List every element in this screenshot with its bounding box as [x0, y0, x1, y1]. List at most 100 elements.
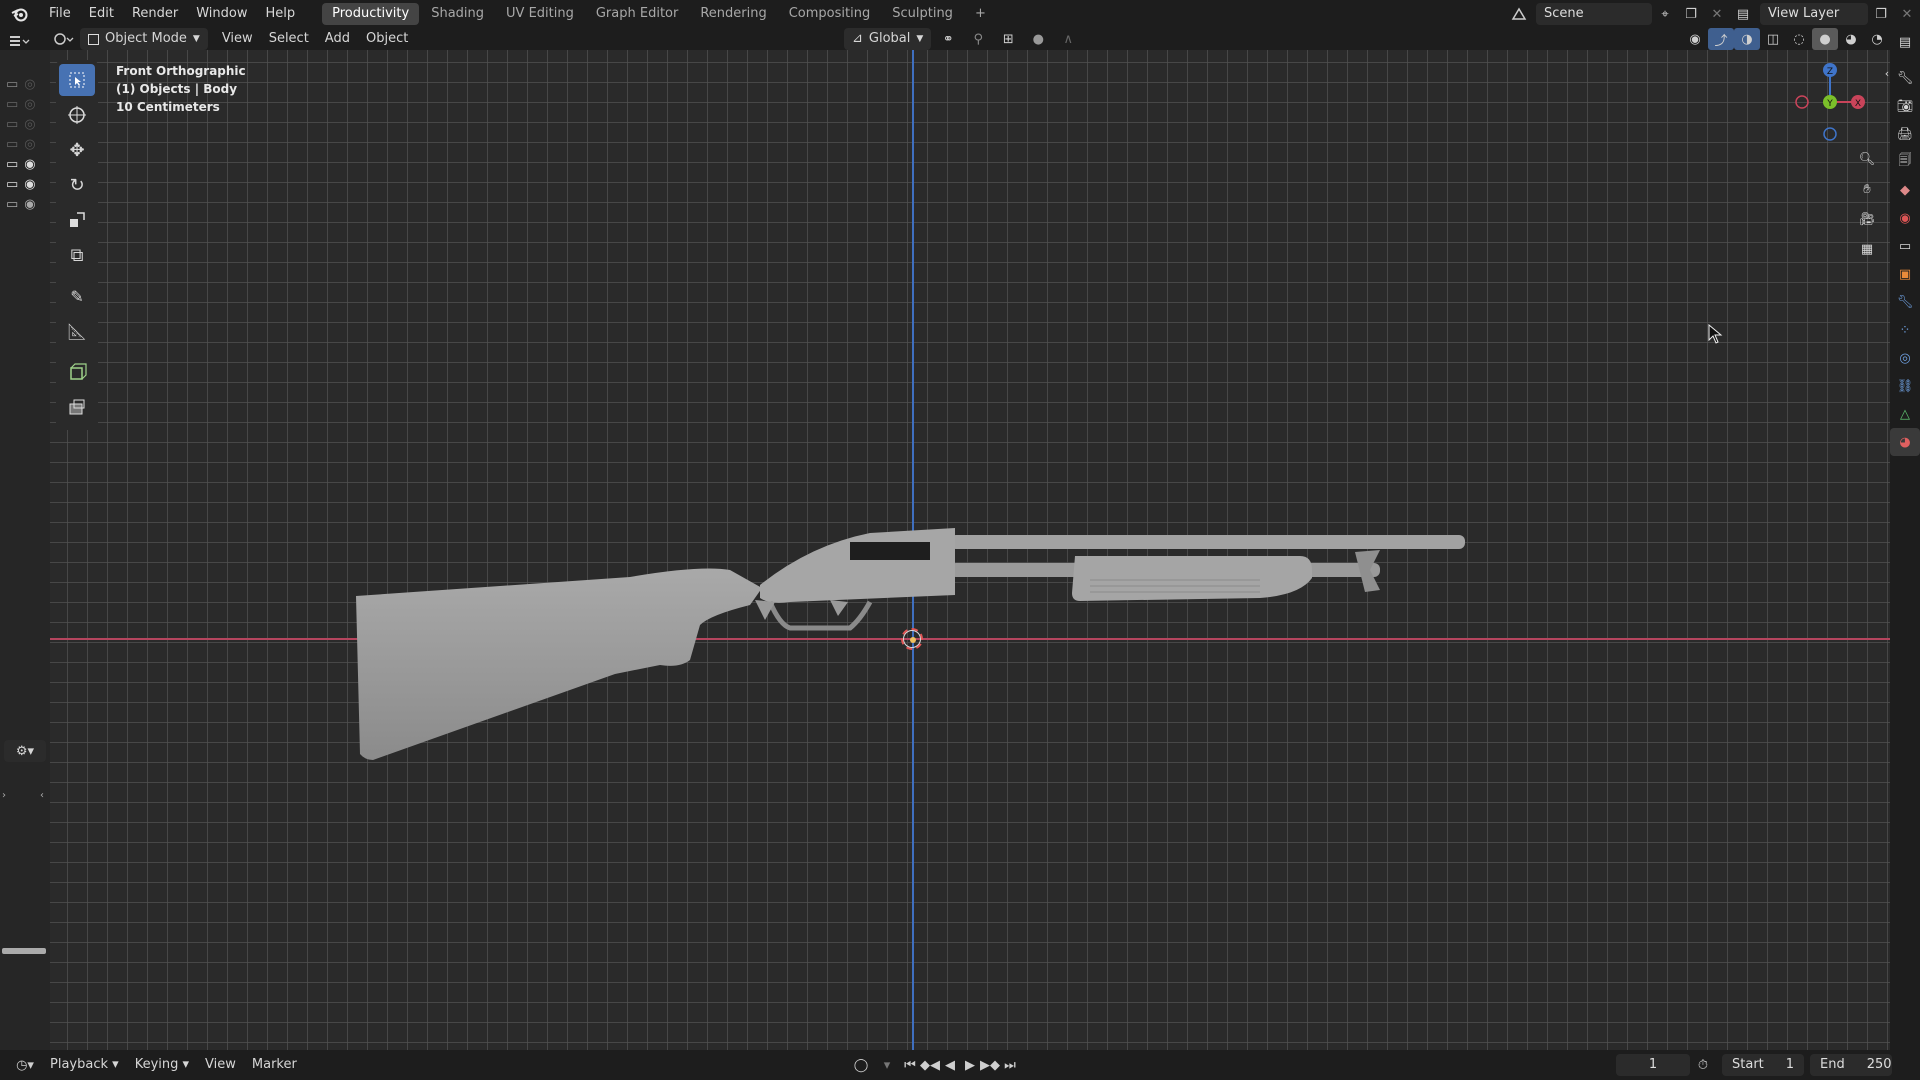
- next-keyframe-icon[interactable]: ▶◆: [980, 1054, 1000, 1076]
- xray-icon[interactable]: ◫: [1760, 28, 1786, 50]
- gizmo-toggle-icon[interactable]: ⤴: [1708, 28, 1734, 50]
- outliner-row[interactable]: ▭ ◉: [6, 197, 40, 212]
- zoom-icon[interactable]: 🔍︎: [1854, 146, 1880, 172]
- menu-render[interactable]: Render: [123, 0, 187, 28]
- play-icon[interactable]: ▶: [960, 1054, 980, 1076]
- pin-icon[interactable]: ⌖: [1652, 3, 1678, 25]
- timeline-view-menu[interactable]: View: [197, 1054, 244, 1076]
- orientation-dropdown[interactable]: ⊿ Global ▼: [844, 28, 932, 50]
- scene-selector[interactable]: Scene: [1536, 3, 1652, 25]
- collection-properties-icon[interactable]: ▭: [1890, 232, 1920, 260]
- menu-object[interactable]: Object: [358, 28, 416, 50]
- prev-keyframe-icon[interactable]: ◆◀: [920, 1054, 940, 1076]
- snap-icon[interactable]: ⚲: [965, 28, 991, 50]
- new-view-layer-icon[interactable]: ❐: [1868, 3, 1894, 25]
- new-scene-icon[interactable]: ❐: [1678, 3, 1704, 25]
- constraints-properties-icon[interactable]: ⛓︎: [1890, 372, 1920, 400]
- 3d-viewport[interactable]: Front Orthographic (1) Objects | Body 10…: [50, 50, 1890, 1050]
- timeline-editor-icon[interactable]: ◷▾: [8, 1054, 42, 1076]
- data-properties-icon[interactable]: △: [1890, 400, 1920, 428]
- object-properties-icon[interactable]: ▣: [1890, 260, 1920, 288]
- particles-properties-icon[interactable]: ⁘: [1890, 316, 1920, 344]
- tab-graph-editor[interactable]: Graph Editor: [586, 3, 688, 25]
- tab-productivity[interactable]: Productivity: [322, 3, 420, 25]
- move-icon[interactable]: ✥: [59, 134, 95, 166]
- scale-icon[interactable]: [59, 204, 95, 236]
- editor-type-icon[interactable]: ⚙▾: [4, 740, 46, 762]
- view-layer-properties-icon[interactable]: 🗐︎: [1890, 148, 1920, 176]
- menu-help[interactable]: Help: [257, 0, 305, 28]
- falloff-icon[interactable]: ∧: [1055, 28, 1081, 50]
- snap-target-icon[interactable]: ⊞: [995, 28, 1021, 50]
- outliner-row[interactable]: ▭ ◎: [6, 77, 40, 92]
- editor-type-icon[interactable]: [6, 30, 32, 52]
- material-properties-icon[interactable]: ◕: [1890, 428, 1920, 456]
- menu-add[interactable]: Add: [317, 28, 358, 50]
- world-properties-icon[interactable]: ◉: [1890, 204, 1920, 232]
- remove-scene-icon[interactable]: ✕: [1704, 3, 1730, 25]
- grid-icon[interactable]: ▦: [1854, 236, 1880, 262]
- viewport-editor-icon[interactable]: [50, 28, 76, 50]
- play-reverse-icon[interactable]: ◀: [940, 1054, 960, 1076]
- rendered-shading-icon[interactable]: ◔: [1864, 28, 1890, 50]
- physics-properties-icon[interactable]: ◎: [1890, 344, 1920, 372]
- solid-shading-icon[interactable]: ●: [1812, 28, 1838, 50]
- annotate-icon[interactable]: ✎: [59, 280, 95, 312]
- menu-file[interactable]: File: [40, 0, 80, 28]
- outliner-row[interactable]: ▭ ◉: [6, 157, 40, 172]
- outliner-row[interactable]: ▭ ◎: [6, 97, 40, 112]
- sidebar-toggle-icon[interactable]: ‹: [1874, 60, 1890, 86]
- menu-edit[interactable]: Edit: [80, 0, 123, 28]
- auto-keying-icon[interactable]: ◯: [848, 1054, 874, 1076]
- visibility-icon[interactable]: ◉: [1682, 28, 1708, 50]
- scene-properties-icon[interactable]: ◆: [1890, 176, 1920, 204]
- keying-set-icon[interactable]: ▾: [874, 1054, 900, 1076]
- current-frame-field[interactable]: 1: [1616, 1054, 1690, 1076]
- overlay-toggle-icon[interactable]: ◑: [1734, 28, 1760, 50]
- shotgun-model[interactable]: [50, 50, 1890, 1050]
- remove-view-layer-icon[interactable]: ✕: [1894, 3, 1920, 25]
- outliner-row[interactable]: ▭ ◉: [6, 177, 40, 192]
- playback-menu[interactable]: Playback ▾: [42, 1054, 127, 1076]
- expand-arrow-icon[interactable]: ‹: [40, 790, 44, 801]
- add-cube-icon[interactable]: [59, 356, 95, 388]
- cursor-icon[interactable]: [59, 99, 95, 131]
- collapse-arrow-icon[interactable]: ›: [2, 790, 6, 801]
- tab-uv-editing[interactable]: UV Editing: [496, 3, 584, 25]
- tab-compositing[interactable]: Compositing: [779, 3, 881, 25]
- scene-icon[interactable]: [1506, 3, 1532, 25]
- mode-dropdown[interactable]: Object Mode ▼: [80, 28, 208, 50]
- rotate-icon[interactable]: ↻: [59, 169, 95, 201]
- keying-menu[interactable]: Keying ▾: [127, 1054, 197, 1076]
- add-workspace-button[interactable]: +: [965, 3, 996, 25]
- measure-icon[interactable]: 📐︎: [59, 315, 95, 347]
- material-shading-icon[interactable]: ◕: [1838, 28, 1864, 50]
- tab-shading[interactable]: Shading: [421, 3, 494, 25]
- transform-icon[interactable]: ⧉: [59, 239, 95, 271]
- outliner-row[interactable]: ▭ ◎: [6, 117, 40, 132]
- hand-pan-icon[interactable]: ✋︎: [1854, 176, 1880, 202]
- render-properties-icon[interactable]: 📷︎: [1890, 92, 1920, 120]
- proportional-edit-icon[interactable]: ●: [1025, 28, 1051, 50]
- blender-logo-icon[interactable]: [0, 0, 40, 28]
- menu-select[interactable]: Select: [261, 28, 317, 50]
- menu-view[interactable]: View: [214, 28, 261, 50]
- select-box-icon[interactable]: [59, 64, 95, 96]
- camera-icon[interactable]: 🎥︎: [1854, 206, 1880, 232]
- extrude-icon[interactable]: [59, 391, 95, 423]
- outliner-row[interactable]: ▭ ◎: [6, 137, 40, 152]
- view-layer-selector[interactable]: View Layer: [1760, 3, 1868, 25]
- modifier-properties-icon[interactable]: 🔧︎: [1890, 288, 1920, 316]
- wireframe-shading-icon[interactable]: ◌: [1786, 28, 1812, 50]
- menu-window[interactable]: Window: [187, 0, 256, 28]
- properties-editor-icon[interactable]: ▤: [1890, 28, 1920, 56]
- tab-rendering[interactable]: Rendering: [690, 3, 776, 25]
- timeline-marker-menu[interactable]: Marker: [244, 1054, 305, 1076]
- view-layer-icon[interactable]: ▤: [1730, 3, 1756, 25]
- preview-range-icon[interactable]: ⏱: [1690, 1054, 1716, 1076]
- end-frame-field[interactable]: End 250: [1810, 1054, 1892, 1076]
- start-frame-field[interactable]: Start 1: [1722, 1054, 1804, 1076]
- tool-settings-icon[interactable]: 🔧︎: [1890, 64, 1920, 92]
- output-properties-icon[interactable]: 🖨︎: [1890, 120, 1920, 148]
- pivot-icon[interactable]: ⚭: [935, 28, 961, 50]
